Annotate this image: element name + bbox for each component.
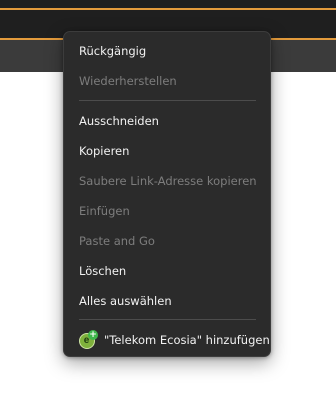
menu-item-copy-clean-link: Saubere Link-Adresse kopieren — [79, 174, 257, 188]
context-menu: Rückgängig Wiederherstellen Ausschneiden… — [63, 31, 271, 357]
menu-item-cut[interactable]: Ausschneiden — [64, 107, 270, 135]
menu-item-select-all[interactable]: Alles auswählen — [64, 287, 270, 315]
menu-item-delete[interactable]: Löschen — [64, 257, 270, 285]
menu-item-add-search-engine-label: "Telekom Ecosia" hinzufügen — [104, 333, 270, 347]
menu-item-undo[interactable]: Rückgängig — [64, 37, 270, 65]
ecosia-add-icon: e + — [79, 330, 98, 349]
menu-item-add-search-engine[interactable]: e + "Telekom Ecosia" hinzufügen — [64, 326, 270, 354]
menu-item-paste-and-go: Paste and Go — [79, 234, 155, 248]
toolbar-accent-line-top — [0, 8, 336, 10]
menu-item-copy[interactable]: Kopieren — [64, 137, 270, 165]
menu-separator — [79, 100, 256, 101]
menu-item-paste: Einfügen — [79, 204, 130, 218]
menu-item-redo: Wiederherstellen — [79, 74, 177, 88]
menu-separator — [79, 319, 256, 320]
